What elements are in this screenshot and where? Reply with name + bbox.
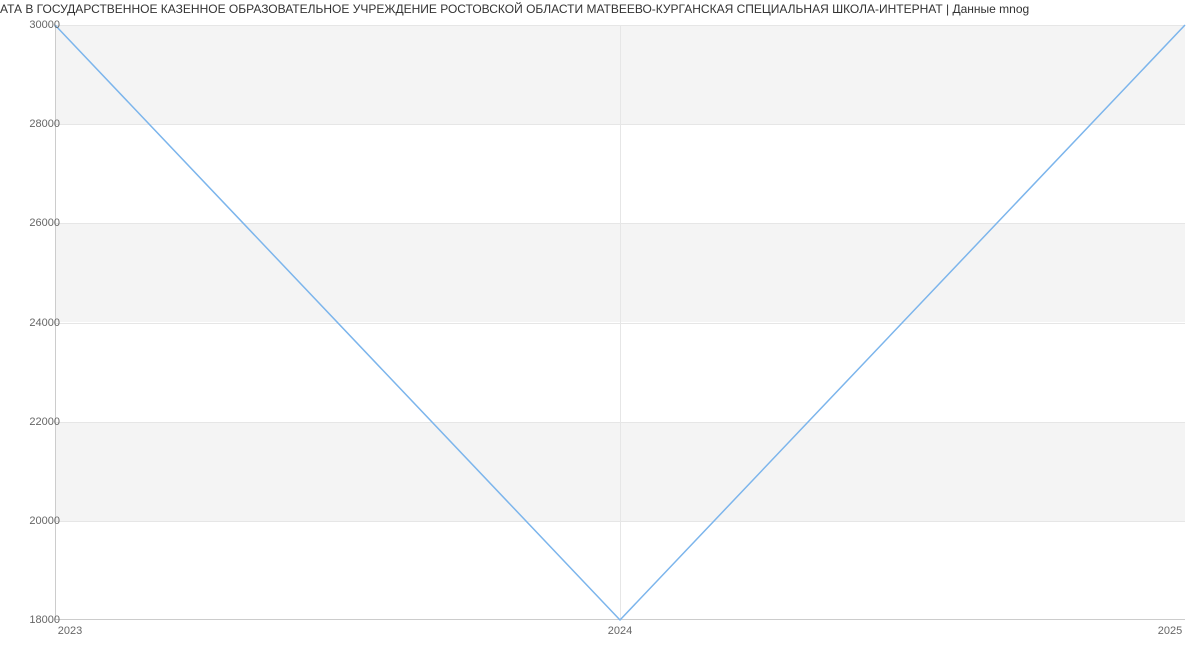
x-tick-label: 2025 — [1158, 625, 1182, 637]
series-path — [55, 25, 1185, 620]
x-tick-label: 2024 — [608, 625, 632, 637]
y-tick-label: 30000 — [10, 19, 60, 31]
x-tick-label: 2023 — [58, 625, 82, 637]
y-tick-label: 20000 — [10, 515, 60, 527]
chart-title: АТА В ГОСУДАРСТВЕННОЕ КАЗЕННОЕ ОБРАЗОВАТ… — [0, 2, 1200, 16]
y-tick-label: 24000 — [10, 317, 60, 329]
y-tick-label: 22000 — [10, 416, 60, 428]
y-tick-label: 18000 — [10, 614, 60, 626]
y-tick-label: 28000 — [10, 118, 60, 130]
plot-area — [55, 25, 1185, 620]
y-tick-label: 26000 — [10, 217, 60, 229]
line-series — [55, 25, 1185, 620]
